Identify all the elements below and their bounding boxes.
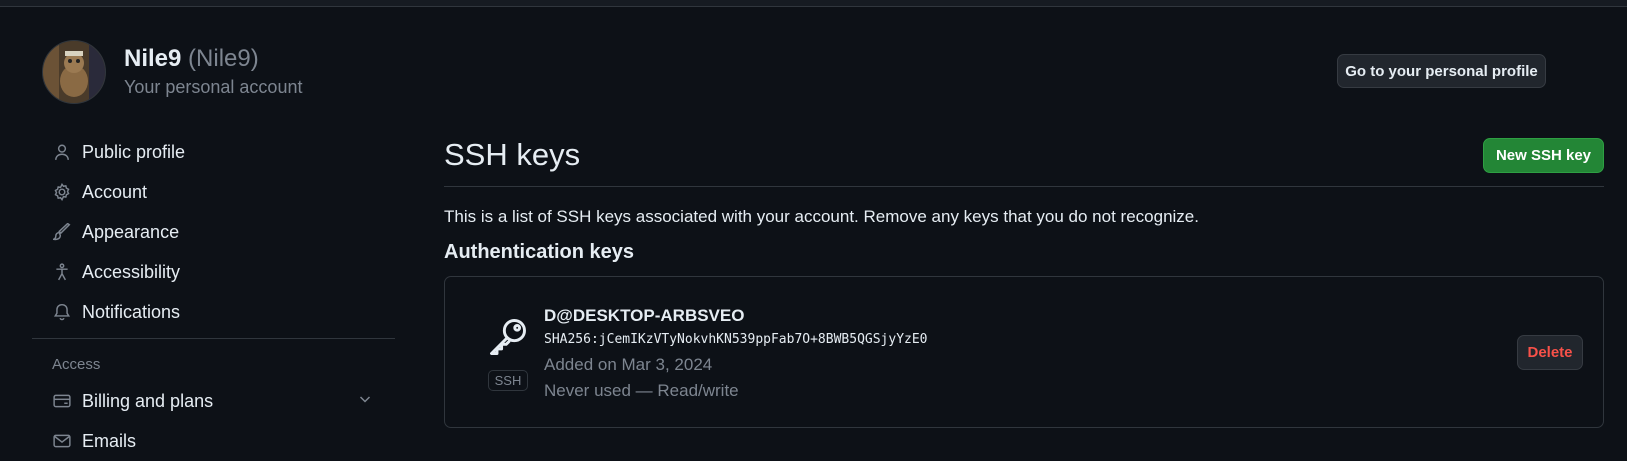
key-title: D@DESKTOP-ARBSVEO xyxy=(544,306,745,325)
person-icon xyxy=(52,142,72,162)
new-ssh-key-button[interactable]: New SSH key xyxy=(1483,137,1604,173)
sidebar-item-public-profile[interactable]: Public profile xyxy=(32,132,395,172)
mail-icon xyxy=(52,431,72,451)
credit-card-icon xyxy=(52,391,72,411)
page-description: This is a list of SSH keys associated wi… xyxy=(444,207,1199,226)
sidebar-item-label: Public profile xyxy=(82,142,186,162)
account-header: Nile9 (Nile9) Your personal account xyxy=(42,40,302,104)
sidebar-item-account[interactable]: Account xyxy=(32,172,395,212)
avatar[interactable] xyxy=(42,40,106,104)
login-name: (Nile9) xyxy=(188,45,259,72)
sidebar-item-accessibility[interactable]: Accessibility xyxy=(32,252,395,292)
key-info: D@DESKTOP-ARBSVEO SHA256:jCemIKzVTyNokvh… xyxy=(544,304,928,404)
sidebar-section-heading-access: Access xyxy=(52,356,101,373)
main-content: SSH keys New SSH key This is a list of S… xyxy=(444,132,1604,428)
sidebar-item-label: Emails xyxy=(82,431,137,451)
key-icon xyxy=(486,315,530,364)
ssh-badge: SSH xyxy=(487,370,529,391)
sidebar-item-billing[interactable]: Billing and plans xyxy=(32,381,395,421)
settings-sidebar: Public profile Account Appearance Access… xyxy=(32,132,395,461)
key-icon-column: SSH xyxy=(483,315,533,391)
sidebar-divider xyxy=(32,338,395,339)
paintbrush-icon xyxy=(52,222,72,242)
sidebar-item-appearance[interactable]: Appearance xyxy=(32,212,395,252)
sidebar-item-label: Notifications xyxy=(82,302,181,322)
section-heading-authentication-keys: Authentication keys xyxy=(444,241,635,263)
ssh-key-list-item: SSH D@DESKTOP-ARBSVEO SHA256:jCemIKzVTyN… xyxy=(444,276,1604,428)
delete-key-button[interactable]: Delete xyxy=(1517,335,1583,370)
bell-icon xyxy=(52,302,72,322)
sidebar-item-emails[interactable]: Emails xyxy=(32,421,395,461)
display-name[interactable]: Nile9 xyxy=(124,45,181,72)
key-usage-status: Never used — Read/write xyxy=(544,381,739,400)
sidebar-item-label: Appearance xyxy=(82,222,180,242)
page-header: SSH keys New SSH key xyxy=(444,132,1604,187)
go-to-profile-button[interactable]: Go to your personal profile xyxy=(1337,54,1546,88)
chevron-down-icon[interactable] xyxy=(357,391,373,412)
top-bar xyxy=(0,0,1627,7)
key-fingerprint: SHA256:jCemIKzVTyNokvhKN539ppFab7O+8BWB5… xyxy=(544,332,928,347)
key-added-date: Added on Mar 3, 2024 xyxy=(544,355,713,374)
accessibility-icon xyxy=(52,262,72,282)
sidebar-item-label: Accessibility xyxy=(82,262,181,282)
sidebar-item-label: Billing and plans xyxy=(82,391,214,411)
sidebar-item-notifications[interactable]: Notifications xyxy=(32,292,395,332)
account-name-block: Nile9 (Nile9) Your personal account xyxy=(124,44,302,100)
account-type: Your personal account xyxy=(124,77,303,97)
sidebar-item-label: Account xyxy=(82,182,148,202)
page-title: SSH keys xyxy=(444,137,581,172)
gear-icon xyxy=(52,182,72,202)
